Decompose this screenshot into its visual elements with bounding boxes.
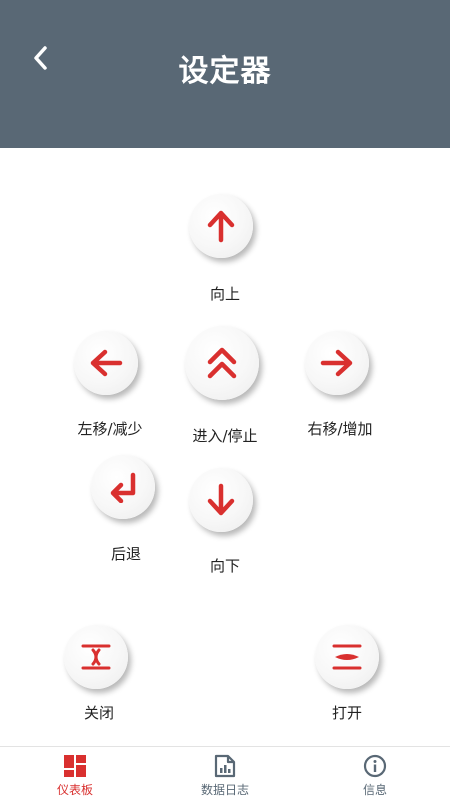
enter-stop-button[interactable] xyxy=(185,326,259,400)
back-return-label: 后退 xyxy=(110,545,141,563)
open-valve-icon xyxy=(332,644,362,670)
header-bar: 设定器 xyxy=(0,0,450,148)
info-icon xyxy=(363,754,387,778)
tab-dashboard-label: 仪表板 xyxy=(56,783,93,797)
dashboard-icon xyxy=(64,755,86,777)
return-arrow-icon xyxy=(110,472,136,503)
down-button[interactable] xyxy=(189,468,253,532)
tab-data-log[interactable]: 数据日志 xyxy=(150,747,300,800)
enter-stop-label: 进入/停止 xyxy=(192,427,258,445)
close-label: 关闭 xyxy=(83,704,114,722)
double-chevron-icon xyxy=(207,347,237,379)
right-increase-label: 右移/增加 xyxy=(307,420,373,438)
open-button[interactable] xyxy=(315,625,379,689)
arrow-up-icon xyxy=(207,210,235,243)
arrow-left-icon xyxy=(90,349,123,377)
up-button[interactable] xyxy=(189,194,253,258)
data-log-icon xyxy=(214,754,236,778)
right-increase-button[interactable] xyxy=(305,331,369,395)
tab-info[interactable]: 信息 xyxy=(300,747,450,800)
open-label: 打开 xyxy=(331,704,362,722)
left-decrease-button[interactable] xyxy=(74,331,138,395)
arrow-right-icon xyxy=(320,349,353,377)
close-button[interactable] xyxy=(64,625,128,689)
tab-info-label: 信息 xyxy=(362,783,387,797)
down-label: 向下 xyxy=(209,557,240,575)
back-return-button[interactable] xyxy=(91,455,155,519)
page-title: 设定器 xyxy=(178,54,272,89)
tab-dashboard[interactable]: 仪表板 xyxy=(0,747,150,800)
bottom-tab-bar: 仪表板 数据日志 信息 xyxy=(0,746,450,800)
up-label: 向上 xyxy=(209,285,240,303)
arrow-down-icon xyxy=(207,483,235,516)
tab-data-log-label: 数据日志 xyxy=(200,783,249,797)
close-valve-icon xyxy=(81,644,111,670)
left-decrease-label: 左移/减少 xyxy=(77,420,143,438)
